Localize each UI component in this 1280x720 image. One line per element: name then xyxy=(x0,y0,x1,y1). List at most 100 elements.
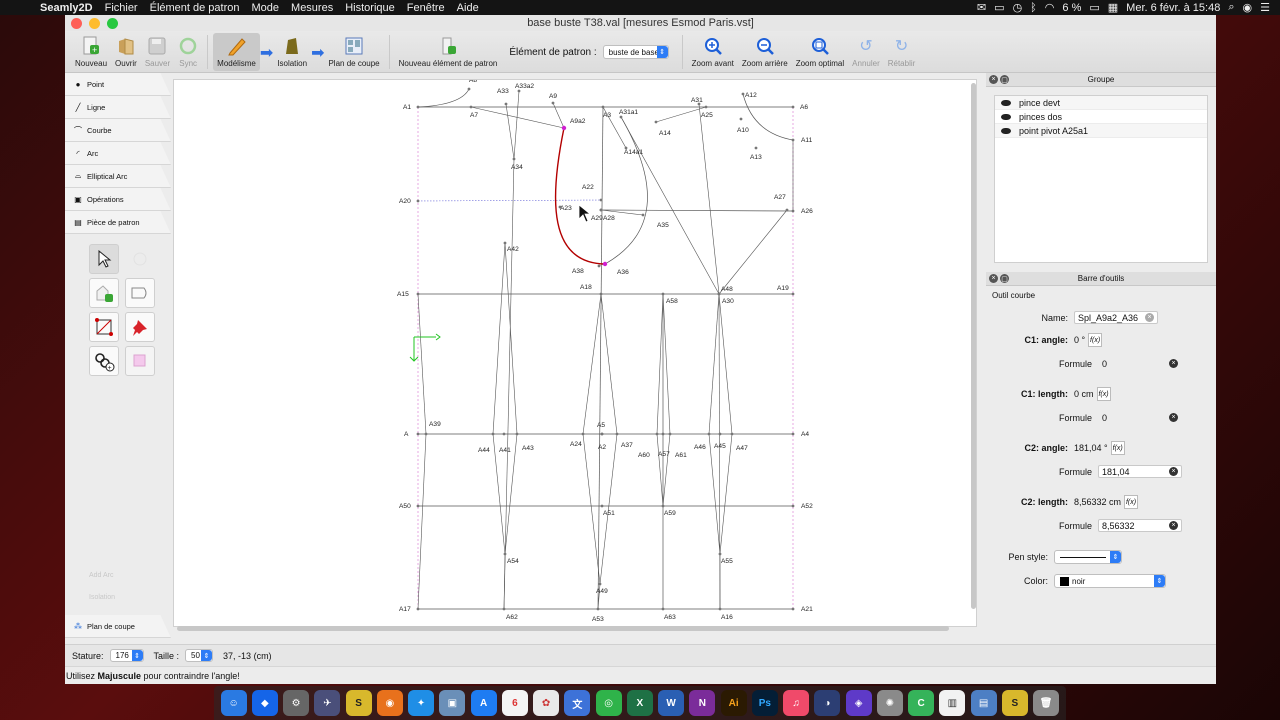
tab-elliptical-arc[interactable]: ⌓ Elliptical Arc xyxy=(65,165,171,188)
wechat-icon[interactable]: ◎ xyxy=(595,690,622,716)
float-panel-icon[interactable]: ▢ xyxy=(1000,75,1009,84)
color-wheel-icon[interactable]: ✺ xyxy=(876,690,903,716)
close-panel-icon[interactable]: × xyxy=(989,274,998,283)
pin-tool-button[interactable] xyxy=(125,312,155,342)
clear-icon[interactable]: × xyxy=(1169,359,1178,368)
finder-icon[interactable]: ☺ xyxy=(220,690,247,716)
battery-icon[interactable]: ▭ xyxy=(1089,1,1099,14)
piece-combobox[interactable]: buste de base ⇕ xyxy=(602,45,669,59)
new-piece-button[interactable]: Nouveau élément de patron xyxy=(395,33,502,71)
menu-aide[interactable]: Aide xyxy=(451,2,485,14)
list-item[interactable]: point pivot A25a1 xyxy=(995,124,1207,138)
tab-piece-patron[interactable]: ▤ Pièce de patron xyxy=(65,211,171,234)
word-icon[interactable]: W xyxy=(658,690,685,716)
list-icon[interactable]: ☰ xyxy=(1260,1,1270,14)
zoom-out-button[interactable]: Zoom arrière xyxy=(738,33,792,71)
tab-ligne[interactable]: ╱ Ligne xyxy=(65,96,171,119)
datetime[interactable]: Mer. 6 févr. à 15:48 xyxy=(1126,2,1220,14)
tab-plan-de-coupe[interactable]: ⁂ Plan de coupe xyxy=(65,615,171,638)
flag-icon[interactable]: ▦ xyxy=(1108,1,1118,14)
menu-historique[interactable]: Historique xyxy=(339,2,401,14)
stature-combobox[interactable]: 176 ⇕ xyxy=(109,649,144,662)
firefox-icon[interactable]: ◉ xyxy=(376,690,403,716)
zoom-fit-button[interactable]: Zoom optimal xyxy=(792,33,848,71)
search-icon[interactable]: ⌕ xyxy=(1228,1,1234,14)
excel-icon[interactable]: X xyxy=(626,690,653,716)
trash-icon[interactable]: 🗑 xyxy=(1033,690,1060,716)
pointer-tool-button[interactable] xyxy=(89,244,119,274)
clear-icon[interactable]: × xyxy=(1169,521,1178,530)
eye-icon[interactable] xyxy=(1001,127,1011,134)
redo-button[interactable]: ↻ Rétablir xyxy=(884,33,920,71)
function-icon[interactable]: f(x) xyxy=(1088,333,1103,347)
duplicate-tool-button[interactable] xyxy=(125,346,155,376)
disabled-tool-button[interactable] xyxy=(125,244,155,274)
display-icon[interactable]: ▭ xyxy=(994,1,1004,14)
tab-arc[interactable]: ◜ Arc xyxy=(65,142,171,165)
camtasia-icon[interactable]: C xyxy=(908,690,935,716)
chrome-icon[interactable]: ◑ xyxy=(814,690,841,716)
tab-point[interactable]: ● Point xyxy=(65,73,171,96)
color-combobox[interactable]: noir ⇕ xyxy=(1054,574,1166,588)
draft-mode-button[interactable]: Modélisme xyxy=(213,33,260,71)
menu-fichier[interactable]: Fichier xyxy=(99,2,144,14)
function-icon[interactable]: f(x) xyxy=(1124,495,1139,509)
illustrator-icon[interactable]: Ai xyxy=(720,690,747,716)
name-field[interactable]: Spl_A9a2_A36 × xyxy=(1074,311,1158,324)
photos-icon[interactable]: ✿ xyxy=(533,690,560,716)
app-store-icon[interactable]: A xyxy=(470,690,497,716)
zoom-in-button[interactable]: Zoom avant xyxy=(688,33,738,71)
list-item[interactable]: pinces dos xyxy=(995,110,1207,124)
function-icon[interactable]: f(x) xyxy=(1110,441,1125,455)
layout-button[interactable]: Plan de coupe xyxy=(324,33,383,71)
dropbox-icon[interactable]: ◆ xyxy=(251,690,278,716)
clear-icon[interactable]: × xyxy=(1145,313,1154,322)
translate-icon[interactable]: 文 xyxy=(564,690,591,716)
menu-element-patron[interactable]: Élément de patron xyxy=(144,2,246,14)
wifi-icon[interactable]: ◠ xyxy=(1045,1,1055,14)
capture-icon[interactable]: ◈ xyxy=(845,690,872,716)
battery-text[interactable]: 6 % xyxy=(1062,2,1081,14)
system-preferences-icon[interactable]: ⚙ xyxy=(283,690,310,716)
keynote-icon[interactable]: ▤ xyxy=(970,690,997,716)
mail-icon[interactable]: ✉ xyxy=(977,1,986,14)
c2-angle-formula-field[interactable]: 181,04 × xyxy=(1098,465,1182,478)
menu-fenetre[interactable]: Fenêtre xyxy=(401,2,451,14)
close-panel-icon[interactable]: × xyxy=(989,75,998,84)
calendar-icon[interactable]: 6 xyxy=(501,690,528,716)
menu-mode[interactable]: Mode xyxy=(246,2,286,14)
union-tool-button[interactable]: + xyxy=(89,346,119,376)
siri-icon[interactable]: ◉ xyxy=(1243,1,1253,14)
vertical-scrollbar[interactable] xyxy=(971,83,976,609)
eye-icon[interactable] xyxy=(1001,113,1011,120)
photoshop-icon[interactable]: Ps xyxy=(751,690,778,716)
pen-style-combobox[interactable]: ⇕ xyxy=(1054,550,1122,564)
tab-operations[interactable]: ▣ Opérations xyxy=(65,188,171,211)
save-button[interactable]: Sauver xyxy=(141,33,174,71)
drawing-canvas[interactable]: A1 A8 A7 A33 A33a2 A9 A9a2 A3 A31a1 A31 A12 A25 A14 A… xyxy=(173,79,977,627)
add-piece-tool-button[interactable] xyxy=(89,278,119,308)
function-icon[interactable]: f(x) xyxy=(1096,387,1111,401)
menu-app[interactable]: Seamly2D xyxy=(22,2,99,14)
horizontal-scrollbar[interactable] xyxy=(177,626,949,631)
pattern-drawing[interactable]: A1 A8 A7 A33 A33a2 A9 A9a2 A3 A31a1 A31 A12 A25 A14 A… xyxy=(174,80,977,627)
clock-icon[interactable]: ◷ xyxy=(1013,1,1023,14)
float-panel-icon[interactable]: ▢ xyxy=(1000,274,1009,283)
new-button[interactable]: + Nouveau xyxy=(71,33,111,71)
undo-button[interactable]: ↺ Annuler xyxy=(848,33,884,71)
seamly-icon[interactable]: S xyxy=(345,690,372,716)
numbers-icon[interactable]: ▥ xyxy=(939,690,966,716)
c1-length-formula-field[interactable]: 0 × xyxy=(1098,411,1182,424)
isolation-button[interactable]: Isolation xyxy=(273,33,311,71)
clear-icon[interactable]: × xyxy=(1169,413,1178,422)
c1-angle-formula-field[interactable]: 0 × xyxy=(1098,357,1182,370)
safari-icon[interactable]: ✦ xyxy=(408,690,435,716)
preview-icon[interactable]: ▣ xyxy=(439,690,466,716)
anchor-point-tool-button[interactable] xyxy=(89,312,119,342)
bluetooth-icon[interactable]: ᛒ xyxy=(1030,2,1037,14)
onenote-icon[interactable]: N xyxy=(689,690,716,716)
eye-icon[interactable] xyxy=(1001,99,1011,106)
launchpad-icon[interactable]: ✈ xyxy=(314,690,341,716)
clear-icon[interactable]: × xyxy=(1169,467,1178,476)
internal-path-tool-button[interactable] xyxy=(125,278,155,308)
